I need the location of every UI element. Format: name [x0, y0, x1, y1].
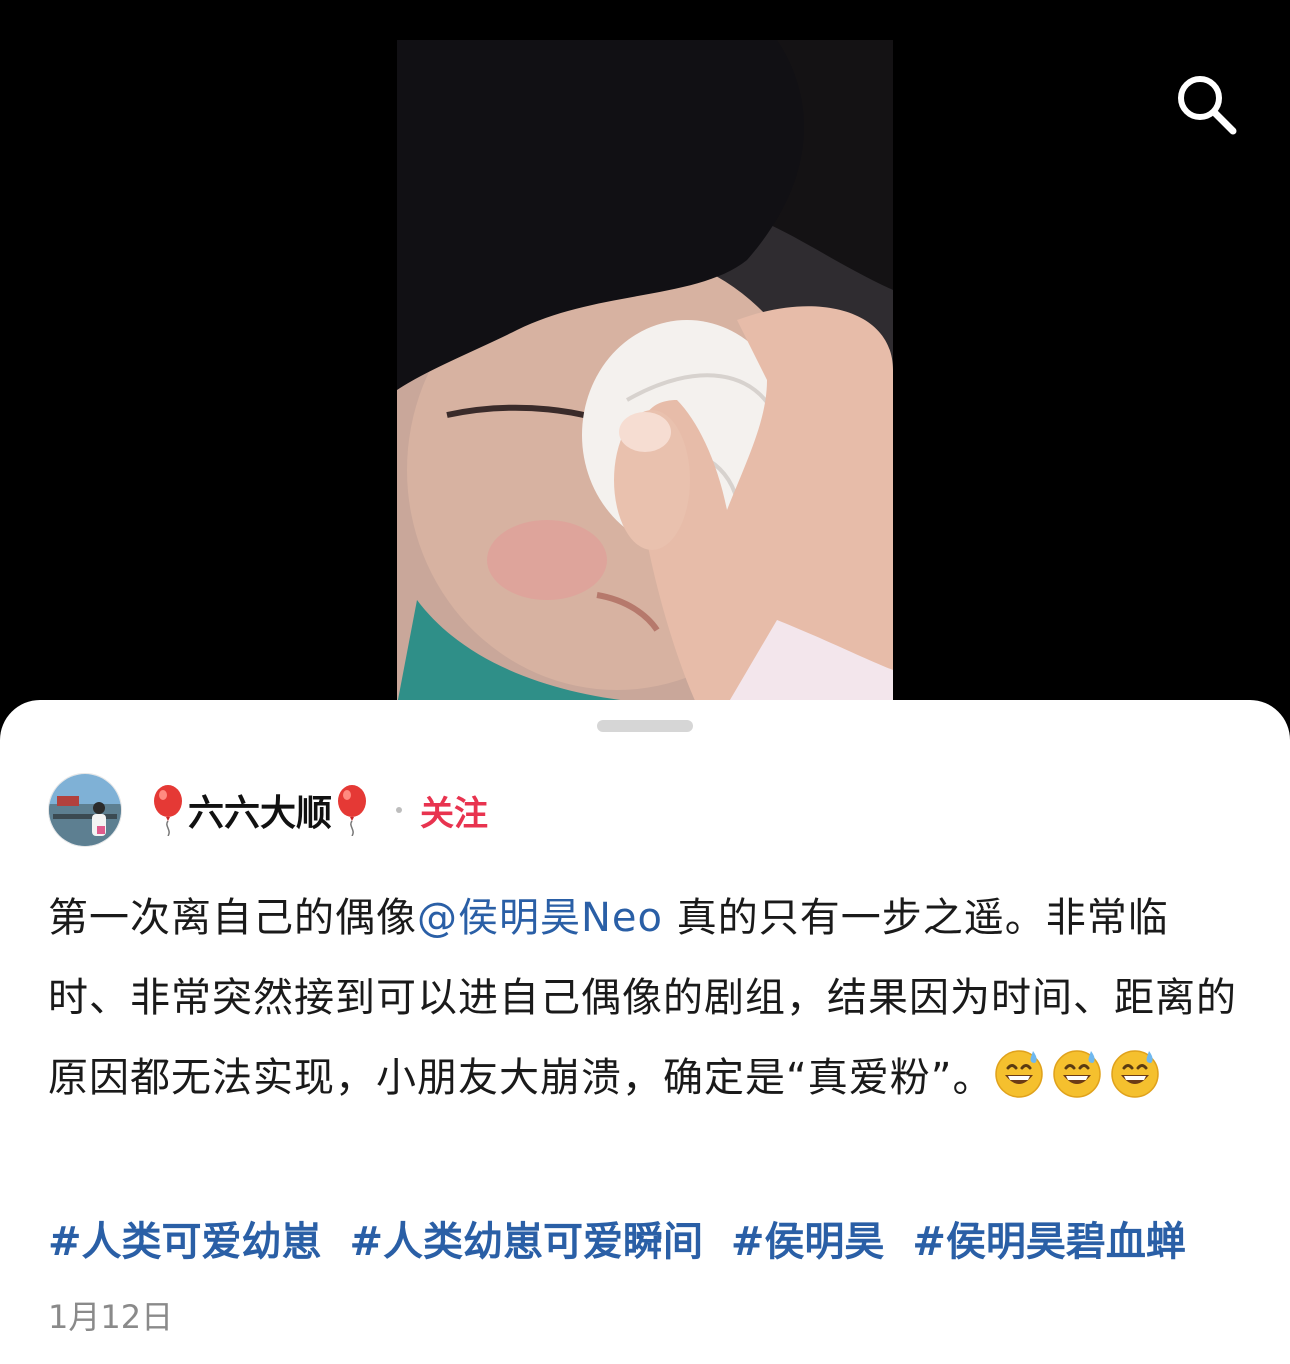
- red-balloon-icon: [154, 785, 182, 836]
- hashtag-link[interactable]: #人类幼崽可爱瞬间: [349, 1219, 703, 1265]
- hashtag-link[interactable]: #侯明昊: [731, 1219, 885, 1265]
- author-name: 六六大顺: [188, 793, 333, 834]
- hashtag-link[interactable]: #人类可爱幼崽: [48, 1219, 322, 1265]
- post-text-part1: 第一次离自己的偶像: [48, 895, 417, 941]
- follow-button[interactable]: 关注: [420, 786, 488, 835]
- video-frame: [397, 40, 893, 705]
- grinning-sweat-emoji: [995, 1050, 1044, 1098]
- sheet-drag-handle[interactable]: [597, 720, 693, 732]
- search-button[interactable]: [1170, 68, 1242, 140]
- hashtag-link[interactable]: #侯明昊碧血蝉: [912, 1219, 1186, 1265]
- post-video[interactable]: [397, 40, 893, 705]
- separator-dot: [396, 807, 403, 813]
- grinning-sweat-emoji: [1053, 1050, 1102, 1098]
- search-icon: [1178, 76, 1237, 135]
- hashtag-list: #人类可爱幼崽 #人类幼崽可爱瞬间 #侯明昊 #侯明昊碧血蝉: [48, 1212, 1258, 1272]
- post-sheet: 六六大顺 关注 第一次离自己的偶像@侯明昊Neo 真的只有一步之遥。非常临时、非…: [0, 700, 1290, 1364]
- red-balloon-icon: [338, 785, 367, 836]
- mention-link[interactable]: @侯明昊Neo: [417, 895, 663, 941]
- author-name-link[interactable]: 六六大顺: [148, 784, 372, 836]
- avatar[interactable]: [48, 773, 122, 847]
- grinning-sweat-emoji: [1111, 1050, 1160, 1098]
- author-row: 六六大顺 关注: [48, 772, 1242, 848]
- post-detail-page: 六六大顺 关注 第一次离自己的偶像@侯明昊Neo 真的只有一步之遥。非常临时、非…: [0, 0, 1290, 1364]
- post-text: 第一次离自己的偶像@侯明昊Neo 真的只有一步之遥。非常临时、非常突然接到可以进…: [48, 878, 1248, 1118]
- post-date: 1月12日: [48, 1298, 174, 1336]
